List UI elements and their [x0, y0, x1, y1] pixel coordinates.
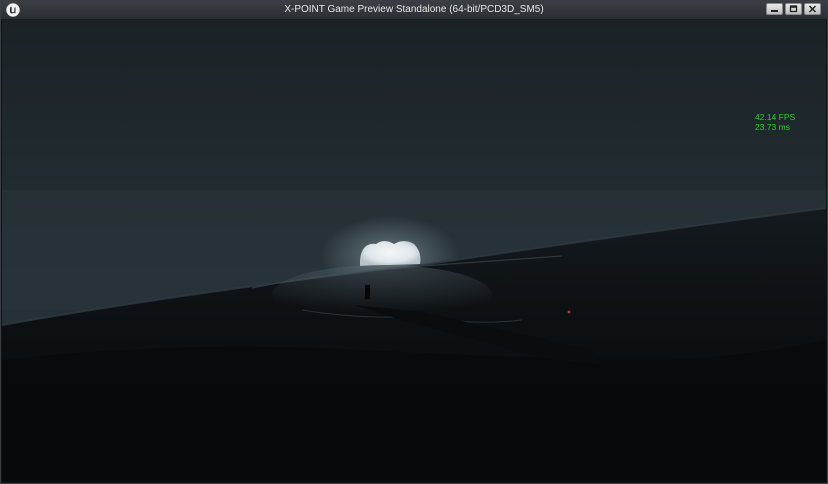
minimize-button[interactable] [766, 3, 783, 15]
window-title: X-POINT Game Preview Standalone (64-bit/… [284, 4, 544, 15]
title-bar[interactable]: X-POINT Game Preview Standalone (64-bit/… [1, 1, 827, 20]
maximize-button[interactable] [785, 3, 802, 15]
moon [360, 241, 421, 266]
fps-readout: 42.14 FPS [755, 112, 796, 122]
ocean-night-scene [2, 20, 826, 482]
minimize-icon [771, 10, 778, 12]
game-viewport[interactable]: 42.14 FPS 23.73 ms [2, 20, 826, 482]
performance-stats: 42.14 FPS 23.73 ms [755, 112, 795, 132]
frame-time-readout: 23.73 ms [755, 122, 790, 132]
close-button[interactable] [804, 3, 821, 15]
window-controls [766, 3, 821, 15]
game-window: X-POINT Game Preview Standalone (64-bit/… [0, 0, 828, 484]
maximize-icon [789, 5, 798, 13]
close-icon [808, 5, 817, 13]
